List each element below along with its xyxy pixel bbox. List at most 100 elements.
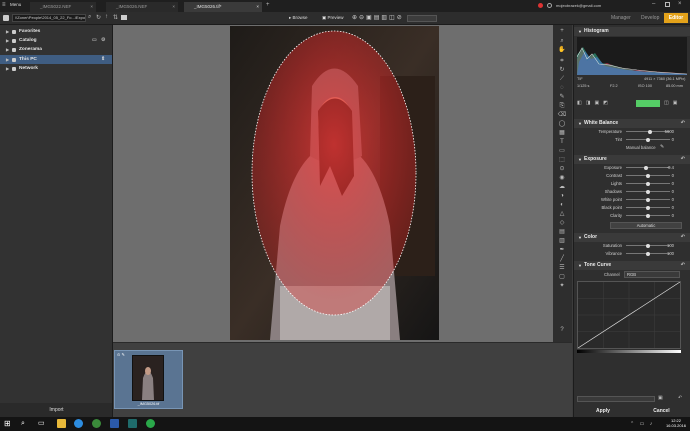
new-folder-icon[interactable]	[121, 15, 127, 20]
tree-item-favorites[interactable]: ▶ Favorites	[0, 27, 113, 36]
photo-canvas[interactable]	[230, 26, 439, 340]
slider-value[interactable]: 100	[667, 242, 674, 249]
stamp-icon[interactable]: ▤	[557, 229, 567, 236]
tree-item-this-pc[interactable]: ▶ This PC ⇕	[0, 55, 113, 64]
word-icon[interactable]	[110, 419, 119, 428]
mode-manager[interactable]: Manager	[611, 15, 631, 21]
color-row[interactable]: Saturation 100	[574, 242, 690, 249]
slider-value[interactable]: 0	[672, 136, 674, 143]
slider-knob[interactable]	[646, 243, 650, 248]
tree-item-catalog[interactable]: ▶ Catalog ▭ ⚙	[0, 36, 113, 45]
slider-knob[interactable]	[646, 173, 650, 178]
slider-knob[interactable]	[643, 165, 648, 170]
slider-value[interactable]: 5600	[665, 128, 674, 135]
slider-knob[interactable]	[648, 129, 653, 134]
white-balance-row[interactable]: Temperature 5600	[574, 128, 690, 135]
white-balance-header[interactable]: ▼ White Balance ↶	[574, 119, 690, 128]
shape-icon[interactable]: ▭	[557, 148, 567, 155]
chrome-icon[interactable]	[74, 419, 83, 428]
tab-2[interactable]: _IMG5026.NEF ×	[106, 2, 178, 12]
slider-value[interactable]: 0	[672, 172, 674, 179]
windows-start-icon[interactable]: ⊞	[4, 420, 12, 428]
tray-icons[interactable]: ⌃ ▭ ♪	[630, 421, 654, 427]
slider-knob[interactable]	[646, 137, 650, 142]
smudge-icon[interactable]: ☁	[557, 184, 567, 191]
close-icon[interactable]: ×	[172, 2, 175, 12]
blur-icon[interactable]: ◇	[557, 220, 567, 227]
clone-icon[interactable]: ⎘	[557, 103, 567, 110]
exposure-header[interactable]: ▼ Exposure ↶	[574, 155, 690, 164]
slider-value[interactable]: 0	[672, 188, 674, 195]
slider-track[interactable]	[626, 167, 670, 168]
text-icon[interactable]: T	[557, 139, 567, 146]
selection-icon[interactable]: ⬚	[557, 157, 567, 164]
gear-icon[interactable]: ⚙	[101, 36, 105, 45]
minimize-icon[interactable]: –	[652, 1, 655, 7]
folder-icon[interactable]	[3, 15, 9, 21]
help-icon[interactable]: ?	[557, 327, 567, 334]
search-icon[interactable]: ⌕	[88, 14, 91, 21]
reset-icon[interactable]: ↶	[681, 233, 685, 242]
zoom-icons[interactable]: ⊕⊖▣▤▥◫⊘	[352, 14, 404, 21]
add-icon[interactable]: +	[557, 28, 567, 35]
slider-knob[interactable]	[646, 197, 650, 202]
slider-value[interactable]: 0	[672, 204, 674, 211]
close-window-icon[interactable]: ×	[678, 1, 682, 7]
frame-icon[interactable]: ▢	[557, 274, 567, 281]
brush-icon[interactable]: ✎	[557, 94, 567, 101]
mode-editor[interactable]: Editor	[664, 13, 688, 23]
close-icon[interactable]: ×	[256, 2, 259, 12]
tone-curve-graph[interactable]	[577, 281, 681, 349]
ellipse-icon[interactable]: ◯	[557, 121, 567, 128]
sharpen-icon[interactable]: △	[557, 211, 567, 218]
sort-icon[interactable]: ⇅	[113, 14, 118, 21]
notification-icon[interactable]	[538, 3, 543, 8]
tree-item-zonerama[interactable]: ▶ Zonerama	[0, 45, 113, 54]
magnifier-icon[interactable]: ⌕	[557, 38, 567, 45]
automatic-button[interactable]: Automatic	[610, 222, 682, 229]
tab-1[interactable]: _IMG5022.NEF ×	[30, 2, 96, 12]
exposure-row[interactable]: Lights 0	[574, 180, 690, 187]
straighten-icon[interactable]: ⟋	[557, 76, 567, 83]
tone-icon[interactable]: ◐	[557, 202, 567, 209]
color-header[interactable]: ▼ Color ↶	[574, 233, 690, 242]
maximize-icon[interactable]	[665, 2, 670, 7]
app2-icon[interactable]	[146, 419, 155, 428]
file-explorer-icon[interactable]	[57, 419, 66, 428]
slider-knob[interactable]	[646, 181, 650, 186]
zoom-field[interactable]	[407, 15, 437, 22]
reset-icon[interactable]: ↶	[681, 261, 685, 270]
color-row[interactable]: Vibrance 100	[574, 250, 690, 257]
up-icon[interactable]: ↑	[105, 14, 108, 20]
slider-value[interactable]: -0.4	[667, 164, 674, 171]
tone-curve-header[interactable]: ▼ Tone Curve ↶	[574, 261, 690, 270]
preview-button[interactable]: ▣ Preview	[322, 15, 344, 21]
slider-knob[interactable]	[646, 251, 650, 256]
reset-icon[interactable]: ↶	[681, 155, 685, 164]
pen-icon[interactable]: ✒	[557, 247, 567, 254]
view-mode-icons[interactable]: ◧◨▣◩	[577, 100, 612, 106]
task-view-icon[interactable]: ▭	[38, 420, 45, 428]
zoner-icon[interactable]	[128, 419, 137, 428]
channel-select[interactable]: RGB	[624, 271, 680, 278]
refresh-icon[interactable]: ↻	[96, 14, 101, 21]
effects-icon[interactable]: ✦	[557, 283, 567, 290]
reset-icon[interactable]: ↶	[681, 119, 685, 128]
white-balance-row[interactable]: Tint 0	[574, 136, 690, 143]
mask-icon[interactable]: ◑	[557, 193, 567, 200]
slider-value[interactable]: 0	[672, 180, 674, 187]
add-tab-button[interactable]: +	[266, 2, 270, 8]
apply-button[interactable]: Apply	[574, 406, 632, 417]
fill-icon[interactable]: ▥	[557, 238, 567, 245]
save-icon[interactable]: ▣	[658, 395, 663, 401]
exposure-row[interactable]: Exposure -0.4	[574, 164, 690, 171]
rotate-icon[interactable]: ↻	[557, 67, 567, 74]
slider-value[interactable]: 0	[672, 196, 674, 203]
clock[interactable]: 12:22 16.03.2016	[666, 418, 686, 428]
exposure-row[interactable]: Contrast 0	[574, 172, 690, 179]
crop-icon[interactable]: ⌗	[557, 58, 567, 65]
exposure-row[interactable]: White point 0	[574, 196, 690, 203]
exposure-row[interactable]: Clarity 0	[574, 212, 690, 219]
search-icon[interactable]: ⌕	[21, 420, 25, 428]
hand-icon[interactable]: ✋	[557, 47, 567, 54]
